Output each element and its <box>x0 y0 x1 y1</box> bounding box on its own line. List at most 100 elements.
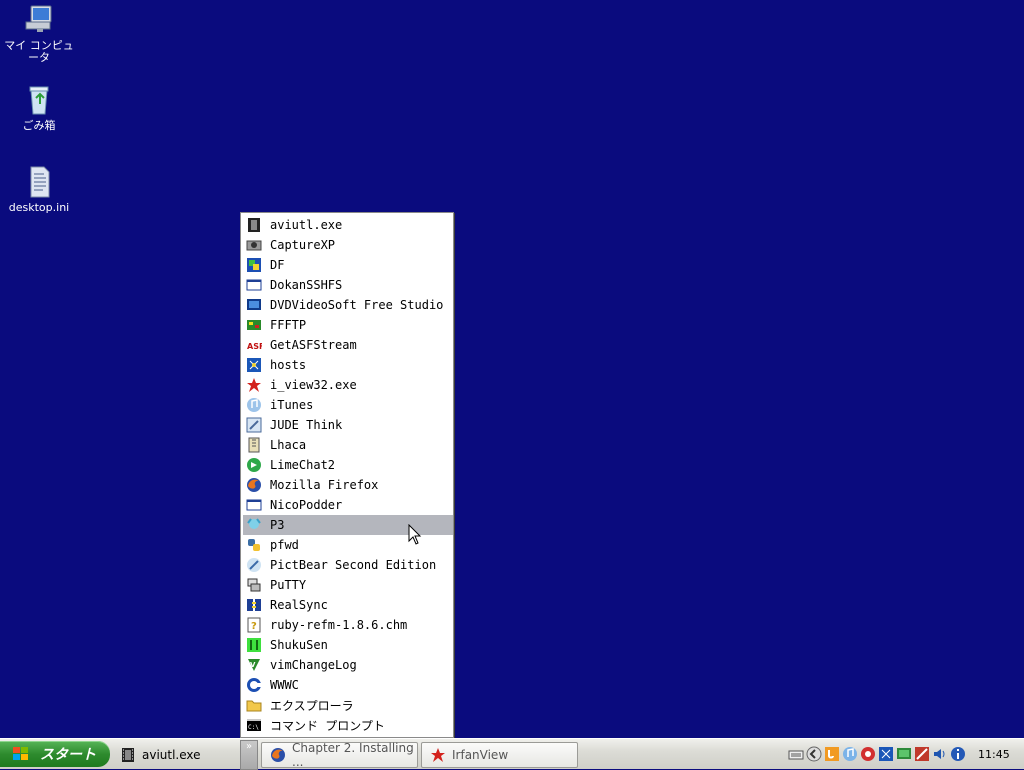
asf-icon: ASF <box>246 337 264 353</box>
menu-item[interactable]: Mozilla Firefox <box>243 475 453 495</box>
menu-item[interactable]: iTunes <box>243 395 453 415</box>
jude-icon[interactable] <box>914 746 930 762</box>
menu-item[interactable]: ? ruby-refm-1.8.6.chm <box>243 615 453 635</box>
camera-icon <box>246 237 262 253</box>
firefox-icon <box>270 747 286 763</box>
recycle-bin-icon <box>22 84 56 116</box>
cmd-icon: C:\ <box>246 717 262 733</box>
menu-item-label: DF <box>270 258 285 272</box>
menu-item[interactable]: CaptureXP <box>243 235 453 255</box>
irfanview-icon <box>430 747 446 763</box>
menu-item[interactable]: DVDVideoSoft Free Studio <box>243 295 453 315</box>
jude-icon <box>246 417 262 433</box>
folder-icon <box>246 697 262 713</box>
menu-item[interactable]: ShukuSen <box>243 635 453 655</box>
archive-icon <box>246 437 262 453</box>
volume-icon[interactable] <box>932 746 948 762</box>
menu-item[interactable]: Lhaca <box>243 435 453 455</box>
svg-text:V: V <box>250 661 256 669</box>
monitor-icon[interactable] <box>896 746 912 762</box>
desktop-icon-label: ごみ箱 <box>22 119 56 132</box>
menu-item[interactable]: aviutl.exe <box>243 215 453 235</box>
menu-item[interactable]: WWWC <box>243 675 453 695</box>
shukusen-icon <box>246 637 262 653</box>
keyboard-icon[interactable] <box>788 746 804 762</box>
system-tray: 11:45 <box>788 742 1024 766</box>
character-icon <box>246 517 262 533</box>
quick-launch-aviutl[interactable]: aviutl.exe <box>120 744 201 766</box>
menu-item[interactable]: NicoPodder <box>243 495 453 515</box>
quick-launch-chevron[interactable]: » <box>240 740 258 770</box>
menu-item[interactable]: C:\ コマンド プロンプト <box>243 715 453 735</box>
menu-item-label: RealSync <box>270 598 328 612</box>
itunes-icon[interactable] <box>842 746 858 762</box>
back-arrow-icon[interactable] <box>806 746 822 762</box>
firefox-icon <box>246 477 262 493</box>
menu-item[interactable]: PuTTY <box>243 575 453 595</box>
hosts-file-icon <box>246 357 262 373</box>
desktop-icon-recycle-bin[interactable]: ごみ箱 <box>0 84 78 132</box>
film-icon <box>122 748 134 762</box>
menu-item[interactable]: i_view32.exe <box>243 375 453 395</box>
svg-text:?: ? <box>251 621 257 632</box>
menu-item-label: PuTTY <box>270 578 307 592</box>
chat-icon <box>246 457 262 473</box>
paint-icon <box>246 557 262 573</box>
hosts-file-icon[interactable] <box>878 746 894 762</box>
menu-item-label: LimeChat2 <box>270 458 336 472</box>
sync-icon <box>246 597 262 613</box>
taskbar-button-firefox[interactable]: Chapter 2. Installing ... <box>261 741 418 769</box>
menu-item-label: CaptureXP <box>270 238 336 252</box>
menu-item-label: WWWC <box>270 678 299 692</box>
menu-item-label: iTunes <box>270 398 314 412</box>
windows-logo-icon <box>13 747 28 760</box>
menu-item[interactable]: DF <box>243 255 453 275</box>
menu-item[interactable]: RealSync <box>243 595 453 615</box>
desktop-icon-label: desktop.ini <box>8 201 70 214</box>
menu-item[interactable]: FFFTP <box>243 315 453 335</box>
df-icon <box>246 257 262 273</box>
lifebuoy-icon[interactable] <box>860 746 876 762</box>
menu-item-label: PictBear Second Edition <box>270 558 437 572</box>
menu-item[interactable]: DokanSSHFS <box>243 275 453 295</box>
window-icon <box>246 277 262 293</box>
putty-icon <box>246 577 262 593</box>
taskbar-button-irfanview[interactable]: IrfanView <box>421 742 578 768</box>
ffftp-icon <box>246 317 262 333</box>
quick-launch-label: aviutl.exe <box>142 748 201 762</box>
menu-item-label: aviutl.exe <box>270 218 343 232</box>
desktop-icon-desktop-ini[interactable]: desktop.ini <box>0 166 78 214</box>
svg-text:C:\: C:\ <box>248 724 259 731</box>
desktop-icon-my-computer[interactable]: マイ コンピュータ <box>0 4 78 64</box>
menu-item-label: Mozilla Firefox <box>270 478 379 492</box>
my-computer-icon <box>22 4 56 36</box>
taskbar-button-label: Chapter 2. Installing ... <box>292 741 414 769</box>
film-icon <box>246 217 262 233</box>
info-icon[interactable] <box>950 746 966 762</box>
menu-item[interactable]: VvimChangeLog <box>243 655 453 675</box>
vim-icon: V <box>246 657 262 673</box>
java-icon[interactable] <box>824 746 840 762</box>
start-button[interactable]: スタート <box>0 741 110 767</box>
chevron-icon: » <box>245 741 253 752</box>
menu-item[interactable]: hosts <box>243 355 453 375</box>
monitor-icon <box>246 297 262 313</box>
menu-item-label: コマンド プロンプト <box>270 718 385 733</box>
menu-item-label: Lhaca <box>270 438 307 452</box>
menu-item-label: エクスプローラ <box>270 698 354 713</box>
clock[interactable]: 11:45 <box>978 748 1010 761</box>
svg-text:ASF: ASF <box>247 342 262 351</box>
menu-item[interactable]: LimeChat2 <box>243 455 453 475</box>
menu-item[interactable]: ASF GetASFStream <box>243 335 453 355</box>
launcher-popup-menu: aviutl.exe CaptureXP DF DokanSSHFS DVDVideoS… <box>240 212 454 738</box>
text-file-icon <box>22 166 56 198</box>
menu-item[interactable]: エクスプローラ <box>243 695 453 715</box>
menu-item-label: i_view32.exe <box>270 378 357 392</box>
python-icon <box>246 537 262 553</box>
menu-item[interactable]: PictBear Second Edition <box>243 555 453 575</box>
taskbar-button-label: IrfanView <box>452 748 509 762</box>
menu-item-label: FFFTP <box>270 318 307 332</box>
menu-item[interactable]: JUDE Think <box>243 415 453 435</box>
menu-item-label: ruby-refm-1.8.6.chm <box>270 618 408 632</box>
menu-item-label: DVDVideoSoft Free Studio <box>270 298 444 312</box>
